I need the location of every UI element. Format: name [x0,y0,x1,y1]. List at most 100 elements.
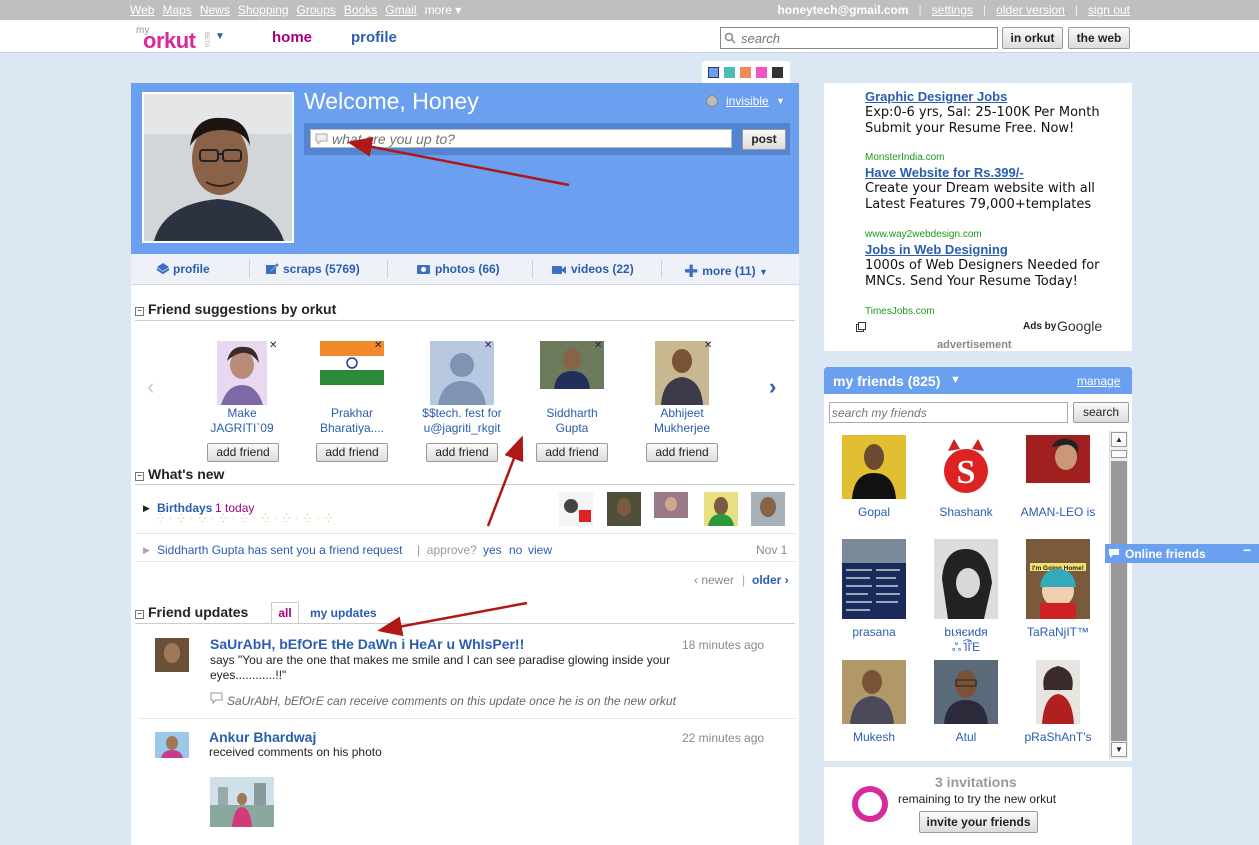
ad-url[interactable]: www.way2webdesign.com [865,229,982,240]
theme-pink-swatch[interactable] [756,67,767,78]
manage-friends-link[interactable]: manage [1077,374,1120,388]
friend-updates-header[interactable]: − Friend updates [135,604,248,620]
add-friend-button[interactable]: add friend [316,443,388,462]
sign-out-link[interactable]: sign out [1088,3,1130,17]
friend-item[interactable]: bเяєиdя ஃ ̄l͡ÎΈ [920,539,1012,655]
logo-dropdown-icon[interactable]: ▼ [215,31,225,42]
google-link-groups[interactable]: Groups [297,3,336,17]
tab-scraps[interactable]: scraps (5769) [265,262,360,276]
scroll-up-arrow-icon[interactable]: ▲ [1111,432,1127,447]
older-version-link[interactable]: older version [996,3,1065,17]
ad-title[interactable]: Jobs in Web Designing [865,242,1008,257]
google-link-gmail[interactable]: Gmail [385,3,416,17]
update-author-photo[interactable] [155,638,189,672]
dismiss-suggestion-icon[interactable]: ✕ [704,340,712,351]
friend-item[interactable]: pRaShAnT's [1012,660,1104,745]
dismiss-suggestion-icon[interactable]: ✕ [374,340,382,351]
friends-dropdown-icon[interactable]: ▼ [950,374,961,386]
suggestion-photo[interactable] [655,341,709,405]
view-request-link[interactable]: view [528,543,552,557]
settings-link[interactable]: settings [932,3,973,17]
update-author-name[interactable]: Ankur Bhardwaj [209,729,316,745]
theme-blue-swatch[interactable] [708,67,719,78]
invite-friends-button[interactable]: invite your friends [919,811,1038,833]
suggestion-photo[interactable] [217,341,267,405]
dismiss-suggestion-icon[interactable]: ✕ [594,340,602,351]
expand-arrow-icon[interactable]: ▶ [143,503,150,514]
scroll-track[interactable] [1111,461,1127,741]
birthday-friend-photo[interactable] [654,492,688,518]
status-input[interactable] [310,129,732,148]
ad-url[interactable]: MonsterIndia.com [865,152,944,163]
search-friends-input[interactable] [829,402,1068,423]
search-input[interactable] [720,27,998,49]
friend-item[interactable]: I'm Going Home! TaRaNjIT™ [1012,539,1104,640]
birthday-friend-photo[interactable] [607,492,641,526]
tab-profile[interactable]: profile [156,262,210,276]
approve-no-link[interactable]: no [509,543,522,557]
updates-tab-mine[interactable]: my updates [310,606,377,620]
theme-orange-swatch[interactable] [740,67,751,78]
search-friends-button[interactable]: search [1073,402,1129,423]
next-arrow-icon[interactable]: › [769,374,776,400]
nav-home[interactable]: home [272,29,312,46]
birthdays-link[interactable]: Birthdays [157,501,212,515]
google-link-books[interactable]: Books [344,3,377,17]
add-friend-button[interactable]: add friend [646,443,718,462]
profile-photo[interactable] [142,92,294,243]
birthday-friend-photo[interactable] [704,492,738,526]
ad-title[interactable]: Have Website for Rs.399/- [865,165,1024,180]
add-friend-button[interactable]: add friend [536,443,608,462]
update-author-name[interactable]: SaUrAbH, bEfOrE tHe DaWn i HeAr u WhIsPe… [210,636,524,652]
updates-tab-all[interactable]: all [271,602,299,624]
google-link-shopping[interactable]: Shopping [238,3,289,17]
friend-suggestions-header[interactable]: − Friend suggestions by orkut [135,301,336,317]
whats-new-header[interactable]: − What's new [135,466,224,482]
update-photo-thumbnail[interactable] [210,777,274,827]
friend-item[interactable]: AMAN-LEO is [1012,435,1104,520]
ad-title[interactable]: Graphic Designer Jobs [865,89,1007,104]
older-link[interactable]: older › [752,573,789,587]
friend-item[interactable]: Gopal [828,435,920,520]
friend-item[interactable]: S Shashank [920,435,1012,520]
friend-item[interactable]: Atul [920,660,1012,745]
scroll-down-arrow-icon[interactable]: ▼ [1111,742,1127,757]
google-link-web[interactable]: Web [130,3,154,17]
update-author-photo[interactable] [155,732,189,758]
friends-scrollbar[interactable]: ▲ ▼ [1109,431,1128,759]
google-logo[interactable]: Google [1057,318,1102,334]
ad-url[interactable]: TimesJobs.com [865,306,935,317]
suggestion-name[interactable]: Prakhar Bharatiya.... [302,406,402,436]
post-button[interactable]: post [742,129,786,150]
add-friend-button[interactable]: add friend [426,443,498,462]
suggestion-name[interactable]: Abhijeet Mukherjee [632,406,732,436]
suggestion-name[interactable]: Siddharth Gupta [522,406,622,436]
minimize-icon[interactable]: − [1243,542,1251,558]
tab-photos[interactable]: photos (66) [416,262,500,276]
dismiss-suggestion-icon[interactable]: ✕ [269,340,277,351]
google-link-maps[interactable]: Maps [162,3,191,17]
in-orkut-button[interactable]: in orkut [1002,27,1063,49]
tab-videos[interactable]: videos (22) [551,262,634,276]
expand-arrow-icon[interactable]: ▶ [143,545,150,556]
online-friends-bar[interactable]: Online friends − [1105,542,1259,563]
scroll-thumb[interactable] [1111,450,1127,458]
birthday-friend-photo[interactable] [751,492,785,526]
orkut-logo[interactable]: my orkut BETA ▼ [134,23,229,53]
birthday-friend-photo[interactable] [559,492,593,526]
approve-yes-link[interactable]: yes [483,543,502,557]
friend-request-text[interactable]: Siddharth Gupta has sent you a friend re… [157,543,403,557]
the-web-button[interactable]: the web [1068,27,1130,49]
friend-item[interactable]: prasana [828,539,920,640]
google-link-news[interactable]: News [200,3,230,17]
tab-more[interactable]: ✚ more (11) ▼ [684,262,768,282]
prev-arrow-icon[interactable]: ‹ [147,374,154,400]
ad-expand-icon[interactable] [856,322,866,332]
suggestion-name[interactable]: Make JAGRITI`09 [192,406,292,436]
add-friend-button[interactable]: add friend [207,443,279,462]
dismiss-suggestion-icon[interactable]: ✕ [484,340,492,351]
friend-item[interactable]: Mukesh [828,660,920,745]
suggestion-name[interactable]: $$tech. fest for u@jagriti_rkgit [412,406,512,436]
theme-teal-swatch[interactable] [724,67,735,78]
newer-link[interactable]: ‹ newer [694,573,734,587]
